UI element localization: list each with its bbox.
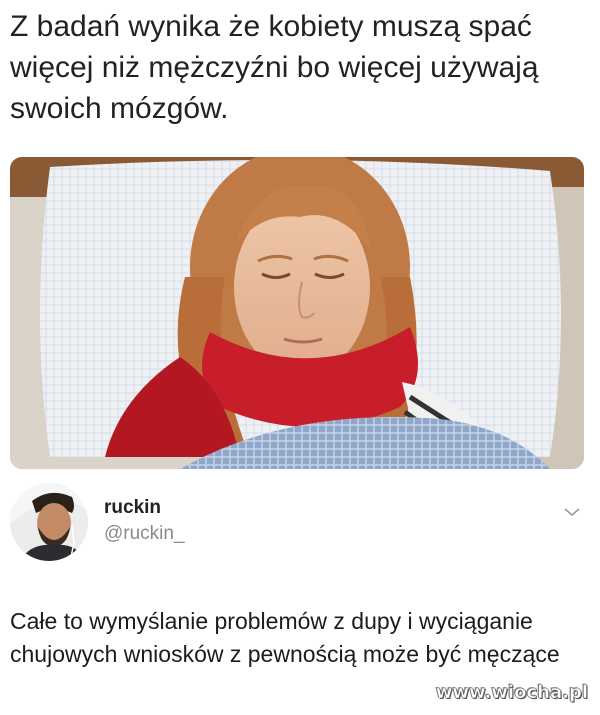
tweet-author-name[interactable]: ruckin bbox=[104, 497, 161, 519]
chevron-down-icon[interactable] bbox=[562, 505, 582, 519]
tweet-text: Całe to wymyślanie problemów z dupy i wy… bbox=[10, 608, 560, 667]
photo-illustration bbox=[10, 157, 584, 469]
meme-caption: Z badań wynika że kobiety muszą spać wię… bbox=[10, 10, 539, 125]
watermark: www.wiocha.pl bbox=[435, 682, 588, 704]
avatar[interactable] bbox=[10, 483, 88, 561]
avatar-image bbox=[10, 483, 88, 561]
tweet-header: ruckin @ruckin_ bbox=[10, 483, 590, 565]
sleeping-woman-photo bbox=[10, 157, 584, 469]
tweet-author-handle[interactable]: @ruckin_ bbox=[104, 523, 185, 545]
